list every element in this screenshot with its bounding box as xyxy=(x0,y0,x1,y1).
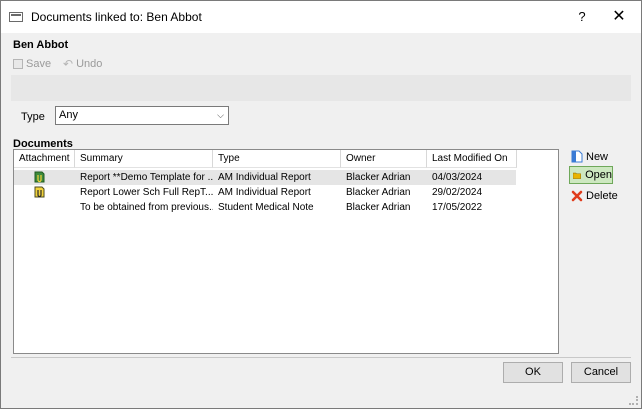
open-button[interactable]: Open xyxy=(569,166,613,184)
chevron-down-icon: ⌵ xyxy=(217,110,224,120)
owner-cell: Blacker Adrian xyxy=(346,172,411,183)
type-label: Type xyxy=(21,111,45,123)
save-icon xyxy=(13,59,23,69)
undo-icon: ↶ xyxy=(63,57,74,71)
open-label: Open xyxy=(585,169,612,181)
new-document-icon xyxy=(571,150,583,163)
owner-cell: Blacker Adrian xyxy=(346,187,411,198)
new-label: New xyxy=(586,150,609,163)
close-button[interactable]: ✕ xyxy=(599,4,639,30)
info-strip xyxy=(11,75,631,101)
attachment-icon xyxy=(34,171,45,183)
resize-grip-icon[interactable] xyxy=(629,396,638,405)
save-label: Save xyxy=(26,58,52,70)
column-header-type[interactable]: Type xyxy=(213,150,341,168)
documents-table[interactable]: Attachment Summary Type Owner Last Modif… xyxy=(13,149,559,354)
status-bar xyxy=(1,389,641,408)
new-button[interactable]: New xyxy=(571,148,608,165)
type-cell: Student Medical Note xyxy=(218,202,314,213)
ok-button[interactable]: OK xyxy=(503,362,563,383)
title-bar: Documents linked to: Ben Abbot ? ✕ xyxy=(1,1,641,33)
last-modified-cell: 17/05/2022 xyxy=(432,202,483,213)
help-button[interactable]: ? xyxy=(567,4,597,30)
summary-cell: Report Lower Sch Full RepT... xyxy=(80,187,213,198)
last-modified-cell: 29/02/2024 xyxy=(432,187,483,198)
table-row[interactable]: Report Lower Sch Full RepT... AM Individ… xyxy=(14,185,516,200)
cancel-button[interactable]: Cancel xyxy=(571,362,631,383)
person-name: Ben Abbot xyxy=(13,39,69,51)
delete-icon xyxy=(571,190,583,201)
delete-label: Delete xyxy=(586,189,618,202)
type-cell: AM Individual Report xyxy=(218,187,311,198)
last-modified-cell: 04/03/2024 xyxy=(432,172,483,183)
documents-dialog: Documents linked to: Ben Abbot ? ✕ Ben A… xyxy=(0,0,642,409)
type-dropdown-value: Any xyxy=(59,109,78,121)
attachment-icon xyxy=(34,186,45,198)
folder-open-icon xyxy=(573,172,581,179)
table-row[interactable]: To be obtained from previous... Student … xyxy=(14,200,516,215)
summary-cell: To be obtained from previous... xyxy=(80,202,213,213)
type-cell: AM Individual Report xyxy=(218,172,311,183)
table-row[interactable]: Report **Demo Template for ... AM Indivi… xyxy=(14,170,516,185)
delete-button[interactable]: Delete xyxy=(571,187,618,204)
column-header-owner[interactable]: Owner xyxy=(341,150,427,168)
window-title: Documents linked to: Ben Abbot xyxy=(31,10,202,24)
type-dropdown[interactable]: Any ⌵ xyxy=(55,106,229,125)
save-button[interactable]: Save xyxy=(13,56,51,72)
owner-cell: Blacker Adrian xyxy=(346,202,411,213)
undo-button[interactable]: ↶ Undo xyxy=(63,56,102,72)
column-header-summary[interactable]: Summary xyxy=(75,150,213,168)
column-header-attachment[interactable]: Attachment xyxy=(14,150,75,168)
footer-divider xyxy=(11,357,631,358)
column-header-last-modified[interactable]: Last Modified On xyxy=(427,150,517,168)
undo-label: Undo xyxy=(76,58,103,70)
window-icon xyxy=(9,12,23,22)
summary-cell: Report **Demo Template for ... xyxy=(80,172,213,183)
